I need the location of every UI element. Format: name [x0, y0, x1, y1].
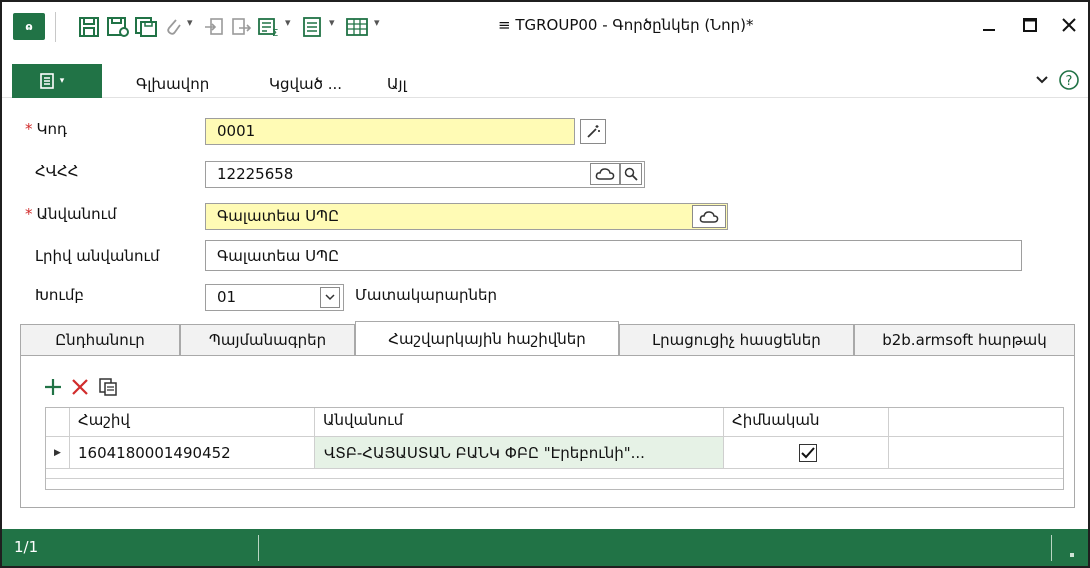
cloud-icon	[699, 210, 719, 223]
menu-dropdown-icon: ▾	[59, 76, 65, 86]
list-dropdown-icon[interactable]: ▾	[329, 16, 335, 29]
ribbon-tab-attached[interactable]: Կցված ...	[269, 75, 342, 93]
search-icon	[624, 167, 638, 181]
required-marker-icon: *	[25, 120, 33, 138]
full-name-label: Լրիվ անվանում	[35, 247, 160, 265]
menu-icon	[39, 73, 54, 89]
primary-checkbox[interactable]	[799, 444, 817, 462]
tab-strip: Ընդհանուր Պայմանագրեր Հաշվարկային հաշիվն…	[20, 321, 1075, 356]
ribbon-tab-main[interactable]: Գլխավոր	[136, 75, 209, 93]
grid-header-selector	[46, 408, 70, 437]
tab-settlement-accounts[interactable]: Հաշվարկային հաշիվներ	[355, 321, 619, 356]
attach-icon[interactable]	[163, 13, 183, 41]
export-icon[interactable]	[230, 13, 252, 41]
ribbon-menu-button[interactable]: ▾	[14, 65, 90, 97]
close-button[interactable]	[1052, 10, 1086, 40]
summary-icon[interactable]: Σ	[257, 13, 281, 41]
accounts-grid: Հաշիվ Անվանում Հիմնական ▶ 16041800014904…	[45, 407, 1064, 490]
tin-input[interactable]: 12225658	[205, 161, 645, 188]
magic-wand-icon	[587, 124, 600, 138]
title-separator	[55, 12, 56, 42]
grid-header-filler	[889, 408, 1063, 437]
code-input[interactable]: 0001	[205, 118, 575, 145]
name-input[interactable]: Գալատեա ՍՊԸ	[205, 203, 728, 230]
tin-search-button[interactable]	[620, 163, 642, 185]
grid-header-primary[interactable]: Հիմնական	[724, 408, 889, 437]
grid-header-account[interactable]: Հաշիվ	[70, 408, 315, 437]
attach-dropdown-icon[interactable]: ▾	[187, 16, 193, 29]
save-copy-icon[interactable]	[134, 13, 158, 41]
name-cloud-button[interactable]	[692, 205, 726, 228]
group-dropdown-button[interactable]	[320, 287, 340, 308]
collapse-ribbon-chevron-icon[interactable]	[1036, 68, 1048, 92]
tab-general[interactable]: Ընդհանուր	[20, 324, 180, 355]
cloud-icon	[595, 168, 615, 180]
summary-dropdown-icon[interactable]: ▾	[285, 16, 291, 29]
copy-icon[interactable]	[98, 375, 118, 399]
tab-contracts[interactable]: Պայմանագրեր	[180, 324, 355, 355]
status-bar: 1/1	[2, 529, 1088, 566]
table-icon[interactable]	[345, 13, 369, 41]
app-logo-icon: ɷ	[13, 13, 45, 40]
generate-code-button[interactable]	[580, 119, 606, 144]
ribbon-tab-other[interactable]: Այլ	[387, 75, 407, 93]
tab-additional-addresses[interactable]: Լրացուցիչ հասցեներ	[619, 324, 854, 355]
name-label: * Անվանում	[25, 205, 117, 223]
group-label: Խումբ	[35, 286, 84, 304]
minimize-button[interactable]	[972, 10, 1006, 40]
table-dropdown-icon[interactable]: ▾	[374, 16, 380, 29]
required-marker-icon: *	[25, 205, 33, 223]
grid-cell-filler	[889, 437, 1063, 469]
delete-icon[interactable]	[70, 375, 90, 399]
grid-cell-bank-name[interactable]: ՎՏԲ-ՀԱՅԱՍՏԱՆ ԲԱՆԿ ՓԲԸ "Էրեբունի"...	[315, 437, 724, 469]
svg-text:?: ?	[1066, 74, 1073, 89]
chevron-down-icon	[325, 294, 335, 301]
resize-grip-icon[interactable]	[1070, 553, 1074, 557]
code-label: * Կոդ	[25, 120, 67, 138]
status-separator	[258, 535, 259, 561]
record-counter: 1/1	[14, 538, 39, 556]
maximize-button[interactable]	[1013, 10, 1047, 40]
main-window: ɷ ▾ Σ ▾ ▾ ▾ ≡ TGROUP00 - Գործընկեր (Նոր)…	[0, 0, 1090, 568]
full-name-input[interactable]: Գալատեա ՍՊԸ	[205, 240, 1022, 271]
window-title: ≡ TGROUP00 - Գործընկեր (Նոր)*	[498, 16, 754, 34]
help-icon[interactable]: ?	[1058, 68, 1080, 92]
list-icon[interactable]	[301, 13, 323, 41]
checkmark-icon	[801, 447, 815, 459]
grid-header-name[interactable]: Անվանում	[315, 408, 724, 437]
save-as-icon[interactable]	[106, 13, 130, 41]
title-bar: ɷ ▾ Σ ▾ ▾ ▾ ≡ TGROUP00 - Գործընկեր (Նոր)…	[2, 2, 1088, 52]
import-icon[interactable]	[203, 13, 225, 41]
tin-cloud-button[interactable]	[590, 163, 620, 185]
tin-label: ՀՎՀՀ	[35, 162, 79, 180]
grid-new-row[interactable]	[46, 469, 1063, 479]
save-icon[interactable]	[78, 13, 100, 41]
group-description: Մատակարարներ	[355, 286, 497, 304]
row-pointer-icon[interactable]: ▶	[46, 437, 70, 469]
add-icon[interactable]	[43, 375, 63, 399]
status-separator	[1051, 535, 1052, 561]
grid-cell-account[interactable]: 1604180001490452	[70, 437, 315, 469]
tab-b2b-platform[interactable]: b2b.armsoft հարթակ	[854, 324, 1075, 355]
svg-text:Σ: Σ	[272, 28, 278, 38]
